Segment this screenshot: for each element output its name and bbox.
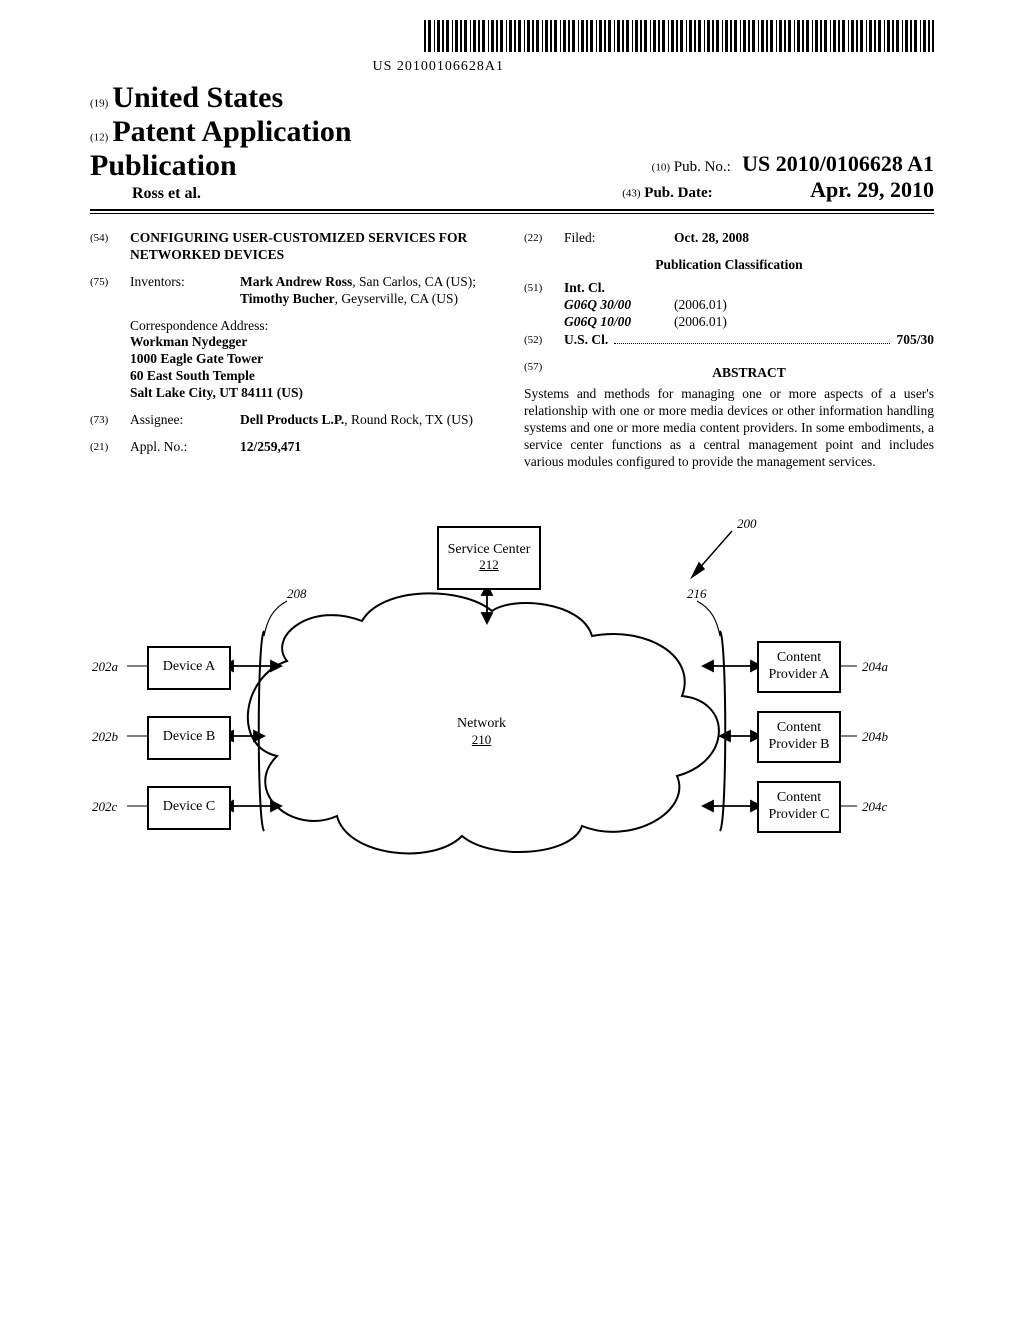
pubno-value: US 2010/0106628 A1: [742, 151, 934, 176]
invention-title: CONFIGURING USER-CUSTOMIZED SERVICES FOR…: [130, 230, 500, 264]
intcl-1-date: (2006.01): [674, 297, 727, 314]
assignee-label: Assignee:: [130, 412, 240, 429]
pubdate-value: Apr. 29, 2010: [810, 177, 934, 202]
ref-208: 208: [287, 586, 307, 602]
applno-value: 12/259,471: [240, 439, 500, 456]
network-label-block: Network 210: [457, 716, 506, 748]
content-provider-a-box: Content Provider A: [757, 641, 841, 693]
rule-thin: [90, 213, 934, 214]
right-column: (22) Filed: Oct. 28, 2008 Publication Cl…: [524, 230, 934, 471]
uscl-code: (52): [524, 332, 564, 349]
abstract-heading: ABSTRACT: [564, 365, 934, 382]
corr-line2: 1000 Eagle Gate Tower: [130, 351, 500, 368]
device-a-label: Device A: [163, 659, 215, 675]
assignee-name: Dell Products L.P.: [240, 412, 344, 427]
left-column: (54) CONFIGURING USER-CUSTOMIZED SERVICE…: [90, 230, 500, 471]
pubtype-code: (12): [90, 131, 108, 143]
network-label: Network: [457, 716, 506, 732]
title-code: (54): [90, 230, 130, 264]
filed-code: (22): [524, 230, 564, 247]
inventors: Mark Andrew Ross, San Carlos, CA (US); T…: [240, 274, 500, 308]
abstract-code: (57): [524, 359, 564, 386]
intcl-2-date: (2006.01): [674, 314, 727, 331]
pubno-code: (10): [652, 162, 670, 174]
device-b-box: Device B: [147, 716, 231, 760]
content-provider-c-box: Content Provider C: [757, 781, 841, 833]
ref-204c: 204c: [862, 799, 887, 815]
authors-short: Ross et al.: [90, 185, 495, 203]
service-center-ref: 212: [479, 558, 499, 573]
content-provider-c-label: Content Provider C: [759, 790, 839, 822]
service-center-box: Service Center 212: [437, 526, 541, 590]
barcode-block: US 20100106628A1: [90, 20, 934, 75]
applno-code: (21): [90, 439, 130, 456]
intcl-1-symbol: G06Q 30/00: [564, 297, 674, 314]
ref-216: 216: [687, 586, 707, 602]
intcl-code: (51): [524, 280, 564, 331]
country-code: (19): [90, 97, 108, 109]
inventor-2-rest: , Geyserville, CA (US): [335, 291, 458, 306]
inventors-code: (75): [90, 274, 130, 308]
service-center-label: Service Center: [448, 542, 531, 558]
inventors-label: Inventors:: [130, 274, 240, 308]
patent-front-page: US 20100106628A1 (19) United States (12)…: [0, 0, 1024, 1320]
ref-202b: 202b: [92, 729, 118, 745]
inventor-1-name: Mark Andrew Ross: [240, 274, 352, 289]
corr-label: Correspondence Address:: [130, 318, 500, 335]
content-provider-b-box: Content Provider B: [757, 711, 841, 763]
header: (19) United States (12) Patent Applicati…: [90, 81, 934, 203]
content-provider-b-label: Content Provider B: [759, 720, 839, 752]
filed-label: Filed:: [564, 230, 674, 247]
pubno-label: Pub. No.:: [674, 159, 731, 175]
publication-type: Patent Application Publication: [90, 115, 352, 182]
content-provider-a-label: Content Provider A: [759, 650, 839, 682]
filed-value: Oct. 28, 2008: [674, 230, 934, 247]
ref-204b: 204b: [862, 729, 888, 745]
dotted-leader: [614, 333, 890, 344]
ref-202a: 202a: [92, 659, 118, 675]
inventor-2-name: Timothy Bucher: [240, 291, 335, 306]
assignee-rest: , Round Rock, TX (US): [344, 412, 473, 427]
corr-line3: 60 East South Temple: [130, 368, 500, 385]
device-b-label: Device B: [163, 729, 215, 745]
assignee: Dell Products L.P., Round Rock, TX (US): [240, 412, 500, 429]
abstract-text: Systems and methods for managing one or …: [524, 386, 934, 470]
device-c-box: Device C: [147, 786, 231, 830]
bibliographic-data: (54) CONFIGURING USER-CUSTOMIZED SERVICE…: [90, 230, 934, 471]
figure-200: Service Center 212 Network 210 Device A …: [92, 491, 932, 911]
pubclass-heading: Publication Classification: [524, 257, 934, 274]
pubdate-label: Pub. Date:: [644, 185, 712, 201]
network-ref: 210: [457, 732, 506, 748]
corr-line4: Salt Lake City, UT 84111 (US): [130, 385, 500, 402]
applno-label: Appl. No.:: [130, 439, 240, 456]
rule-thick: [90, 209, 934, 211]
assignee-code: (73): [90, 412, 130, 429]
intcl-label: Int. Cl.: [564, 280, 934, 297]
ref-204a: 204a: [862, 659, 888, 675]
device-c-label: Device C: [163, 799, 215, 815]
ref-202c: 202c: [92, 799, 117, 815]
ref-200: 200: [737, 516, 757, 532]
uscl-value: 705/30: [896, 332, 934, 349]
barcode-text: US 20100106628A1: [90, 59, 934, 75]
device-a-box: Device A: [147, 646, 231, 690]
correspondence-address: Correspondence Address: Workman Nydegger…: [130, 318, 500, 402]
inventor-1-rest: , San Carlos, CA (US);: [352, 274, 476, 289]
intcl-2-symbol: G06Q 10/00: [564, 314, 674, 331]
country: United States: [112, 81, 283, 114]
pubdate-code: (43): [622, 188, 640, 200]
corr-line1: Workman Nydegger: [130, 334, 500, 351]
uscl-label: U.S. Cl.: [564, 332, 608, 349]
barcode-graphic: [424, 20, 934, 52]
